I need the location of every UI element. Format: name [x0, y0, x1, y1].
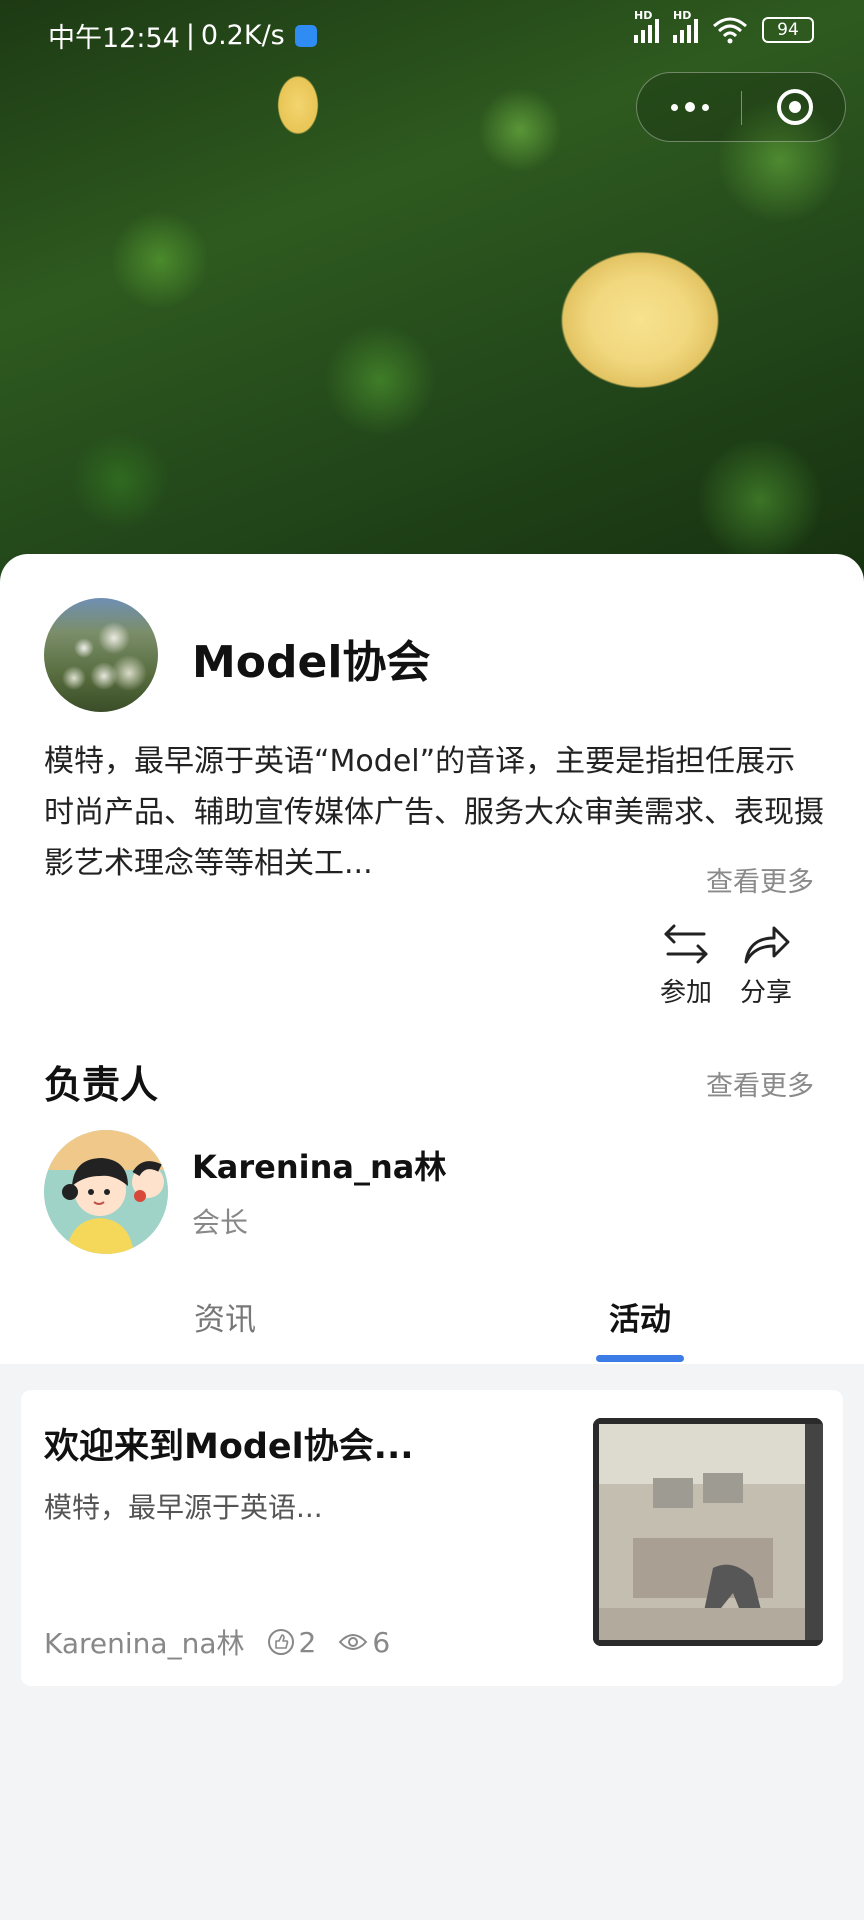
list-item[interactable]: 欢迎来到Model协会... 模特，最早源于英语... Karenina_na林…	[21, 1390, 843, 1686]
club-title: Model协会	[192, 637, 431, 688]
notification-icon	[294, 24, 317, 47]
leader-section-title: 负责人	[44, 1063, 159, 1107]
item-meta: Karenina_na林 2 6	[44, 1622, 390, 1662]
eye-icon	[338, 1634, 368, 1650]
target-circle-icon[interactable]	[742, 73, 847, 141]
tab-activities[interactable]: 活动	[609, 1294, 671, 1339]
leader-see-more-link[interactable]: 查看更多	[706, 1064, 814, 1103]
leader-avatar[interactable]	[44, 1130, 168, 1254]
leader-role: 会长	[192, 1206, 249, 1239]
active-tab-indicator	[596, 1355, 684, 1362]
item-thumbnail	[593, 1418, 823, 1646]
item-title: 欢迎来到Model协会...	[44, 1427, 414, 1467]
item-author: Karenina_na林	[44, 1627, 245, 1660]
view-count: 6	[372, 1625, 391, 1659]
wifi-icon	[713, 17, 747, 44]
network-speed: 0.2K/s	[200, 20, 285, 51]
join-button[interactable]: 参加	[651, 922, 721, 1009]
description-see-more-link[interactable]: 查看更多	[706, 860, 814, 899]
swap-arrows-icon	[664, 924, 708, 964]
thumbs-up-icon	[267, 1629, 294, 1655]
cell-signal-2-icon: HD	[673, 9, 698, 43]
tab-news[interactable]: 资讯	[194, 1294, 256, 1339]
share-button[interactable]: 分享	[731, 922, 801, 1009]
leader-name[interactable]: Karenina_na林	[192, 1142, 446, 1188]
cell-signal-1-icon: HD	[634, 9, 659, 43]
battery-icon: 94	[762, 17, 814, 43]
item-summary: 模特，最早源于英语...	[44, 1491, 323, 1524]
status-bar: 中午12:54 | 0.2K/s HD HD 94	[0, 0, 864, 70]
like-count: 2	[298, 1625, 317, 1659]
more-dots-icon[interactable]	[637, 73, 742, 141]
mini-program-capsule	[636, 72, 846, 142]
join-label: 参加	[659, 978, 712, 1008]
cover-image: 中午12:54 | 0.2K/s HD HD 94	[0, 0, 864, 600]
share-arrow-icon	[744, 926, 790, 964]
status-time: 中午12:54	[48, 23, 180, 54]
share-label: 分享	[739, 978, 792, 1008]
club-info-card: Model协会 模特，最早源于英语“Model”的音译，主要是指担任展示时尚产品…	[0, 554, 864, 1364]
club-avatar	[44, 598, 158, 712]
